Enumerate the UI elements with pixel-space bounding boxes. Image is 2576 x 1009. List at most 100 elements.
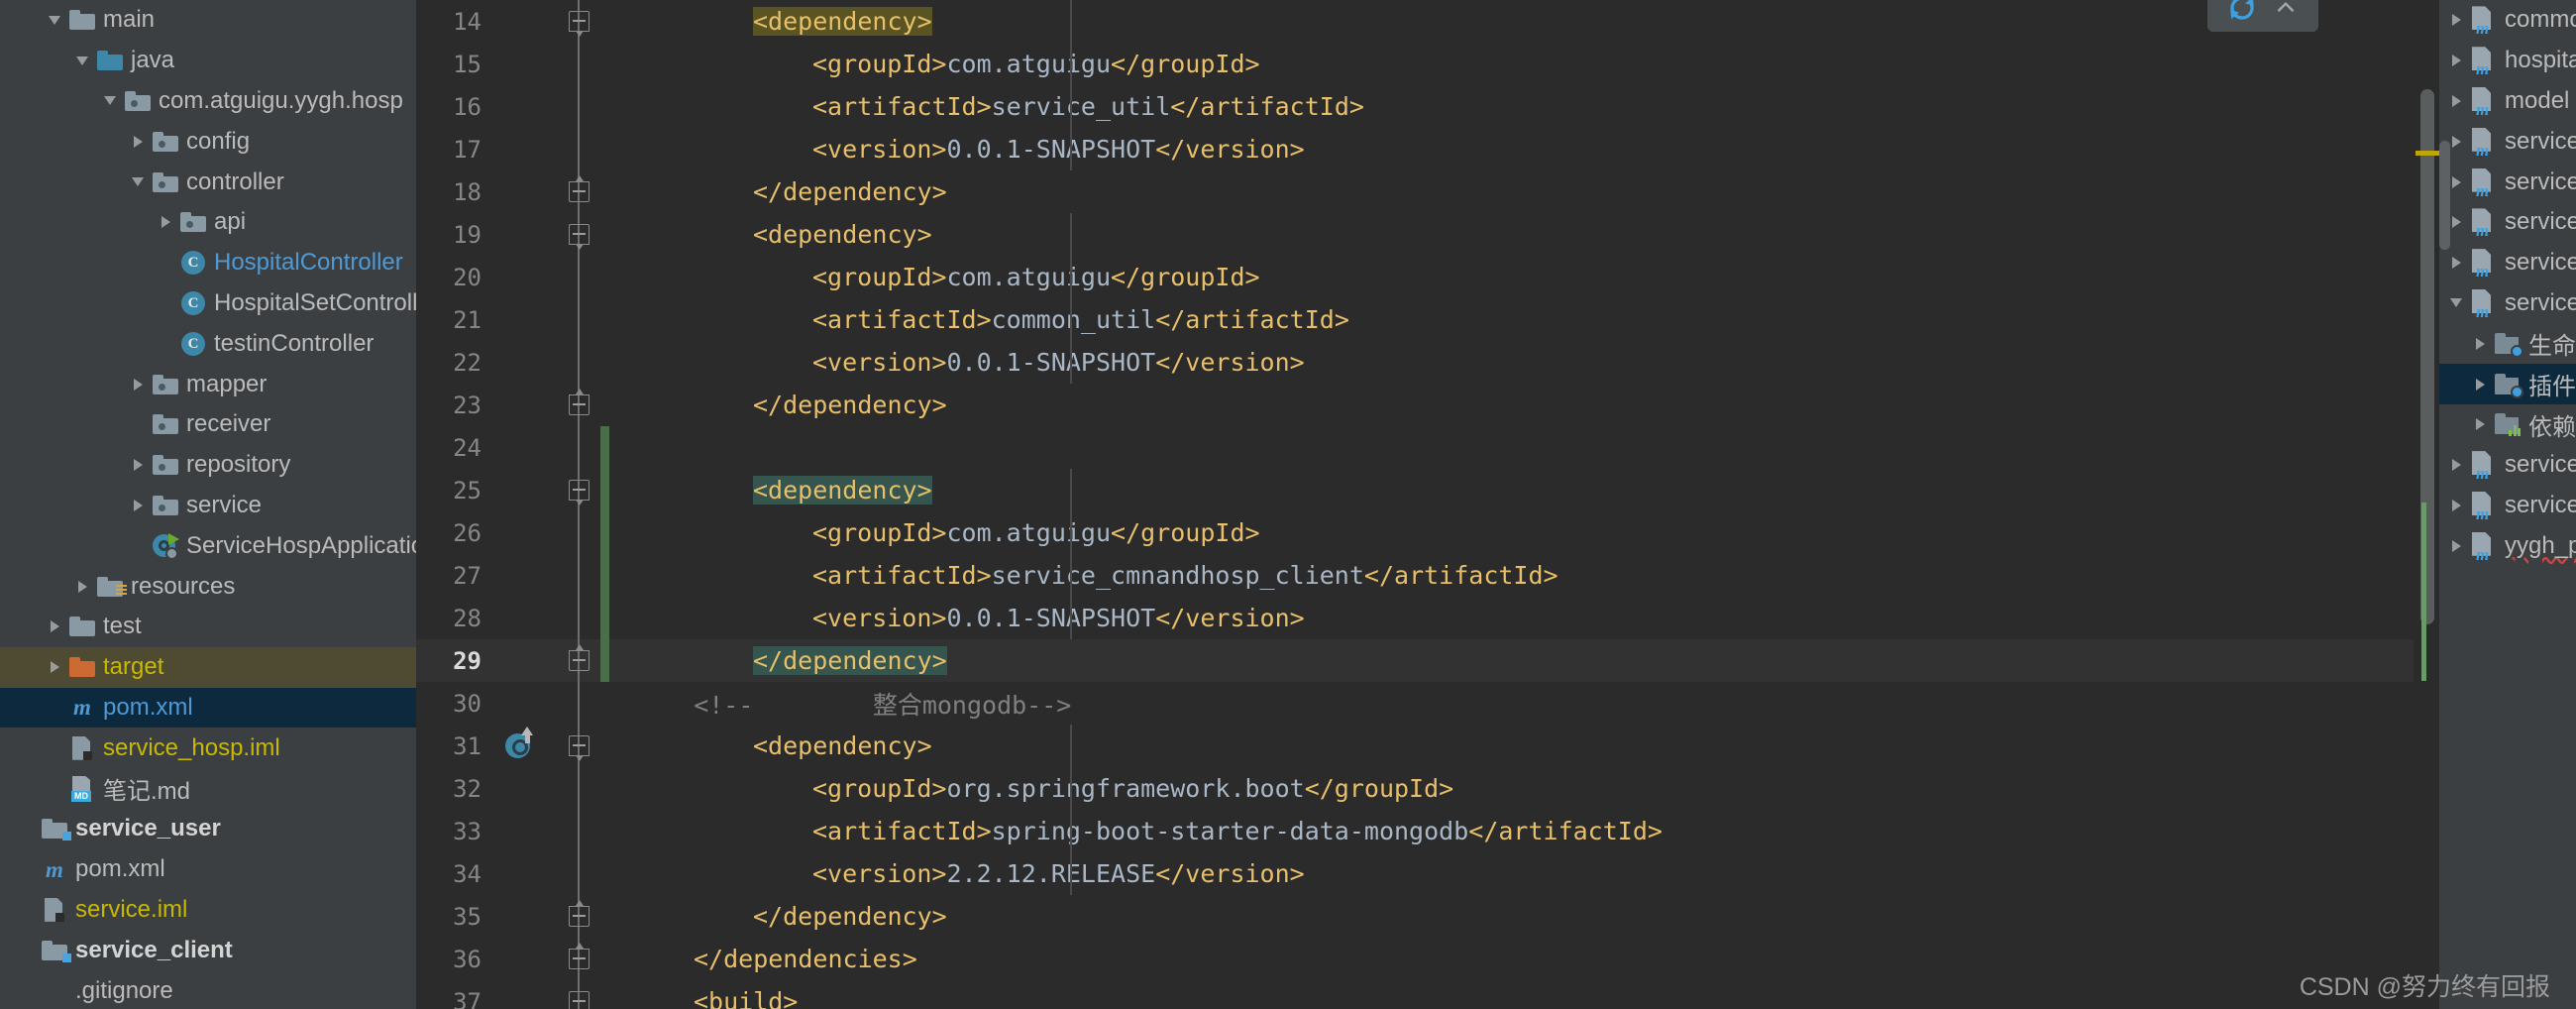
code-line-35[interactable]: 35 </dependency> [416,895,2439,938]
fold-column[interactable] [555,128,600,170]
code-lines[interactable]: 14 <dependency> 15 <groupId>com.atguigu</gr… [416,0,2439,1009]
tree-item-pom-xml[interactable]: m pom.xml [0,849,416,890]
maven-item-service_[interactable]: m service_ [2439,202,2576,243]
maven-item-yygh_pa[interactable]: m yygh_pa [2439,525,2576,566]
code-editor[interactable]: 14 <dependency> 15 <groupId>com.atguigu</gr… [416,0,2439,1009]
fold-column[interactable] [555,725,600,767]
chevron-right-icon[interactable] [2467,378,2493,391]
code-line-26[interactable]: 26 <groupId>com.atguigu</groupId> [416,511,2439,554]
code-line-33[interactable]: 33 <artifactId>spring-boot-starter-data-m… [416,810,2439,852]
code-line-22[interactable]: 22 <version>0.0.1-SNAPSHOT</version> [416,341,2439,384]
gutter-icons[interactable] [495,511,555,554]
maven-tool-window[interactable]: mcommonmhospital-mmodelmservice mservice_… [2439,0,2576,1009]
chevron-down-icon[interactable] [97,96,123,106]
gutter-icons[interactable] [495,767,555,810]
maven-item-service_[interactable]: m service_ [2439,486,2576,526]
maven-item-service[interactable]: m service [2439,121,2576,162]
tree-item-java[interactable]: java [0,41,416,81]
gutter-icons[interactable] [495,639,555,682]
code-line-21[interactable]: 21 <artifactId>common_util</artifactId> [416,298,2439,341]
gutter-icons[interactable] [495,43,555,85]
tree-item-repository[interactable]: repository [0,445,416,486]
code-line-28[interactable]: 28 <version>0.0.1-SNAPSHOT</version> [416,597,2439,639]
code-line-23[interactable]: 23 </dependency> [416,384,2439,426]
code-text[interactable]: </dependencies> [600,945,917,973]
fold-column[interactable] [555,213,600,256]
gutter-icons[interactable] [495,298,555,341]
chevron-right-icon[interactable] [153,216,178,229]
fold-column[interactable] [555,43,600,85]
code-text[interactable]: <groupId>com.atguigu</groupId> [600,50,1260,78]
tree-item-com-atguigu-yygh-hosp[interactable]: com.atguigu.yygh.hosp [0,81,416,122]
gutter-icons[interactable] [495,341,555,384]
chevron-right-icon[interactable] [125,378,151,391]
fold-collapse-icon[interactable] [569,224,590,250]
fold-collapse-icon[interactable] [569,480,590,505]
code-line-27[interactable]: 27 <artifactId>service_cmnandhosp_client<… [416,554,2439,597]
fold-column[interactable] [555,511,600,554]
tree-item-service-user[interactable]: service_user [0,809,416,849]
code-line-30[interactable]: 30 <!-- 整合mongodb--> [416,682,2439,725]
gutter-icons[interactable] [495,128,555,170]
code-text[interactable]: <artifactId>service_util</artifactId> [600,92,1364,121]
gutter-icons[interactable] [495,213,555,256]
tree-item-service[interactable]: service [0,486,416,526]
fold-collapse-icon[interactable] [569,11,590,37]
tree-item-target[interactable]: target [0,646,416,688]
fold-column[interactable] [555,341,600,384]
fold-column[interactable] [555,256,600,298]
gutter-icons[interactable] [495,810,555,852]
fold-column[interactable] [555,682,600,725]
code-line-37[interactable]: 37 <build> [416,980,2439,1009]
fold-column[interactable] [555,767,600,810]
tree-item-hospitalcontroller[interactable]: C HospitalController [0,243,416,283]
maven-item-common[interactable]: mcommon [2439,0,2576,41]
gutter-icons[interactable] [495,85,555,128]
code-text[interactable]: </dependency> [600,177,947,206]
chevron-down-icon[interactable] [69,56,95,65]
code-line-32[interactable]: 32 <groupId>org.springframework.boot</gro… [416,767,2439,810]
code-text[interactable]: <!-- 整合mongodb--> [600,686,1071,722]
gutter-icons[interactable] [495,725,555,767]
maven-scrollbar-thumb[interactable] [2439,141,2450,250]
tree-item-api[interactable]: api [0,202,416,243]
code-line-14[interactable]: 14 <dependency> [416,0,2439,43]
code-text[interactable]: <groupId>com.atguigu</groupId> [600,263,1260,291]
code-text[interactable]: <artifactId>spring-boot-starter-data-mon… [600,817,1663,845]
tree-item-testincontroller[interactable]: CtestinController [0,323,416,364]
tree-item-controller[interactable]: controller [0,162,416,202]
tree-item-hospitalsetcontroller[interactable]: C HospitalSetController [0,283,416,324]
gutter-icons[interactable] [495,256,555,298]
code-text[interactable]: <dependency> [600,220,932,249]
maven-item-service_[interactable]: m service_ [2439,283,2576,324]
tree-item-mapper[interactable]: mapper [0,364,416,404]
fold-collapse-icon[interactable] [569,175,590,202]
gutter-icons[interactable] [495,597,555,639]
fold-column[interactable] [555,852,600,895]
code-line-29[interactable]: 29 </dependency> [416,639,2439,682]
tree-item-service-client[interactable]: service_client [0,930,416,970]
chevron-down-icon[interactable] [125,177,151,187]
code-text[interactable]: <version>0.0.1-SNAPSHOT</version> [600,348,1305,377]
code-text[interactable]: <version>2.2.12.RELEASE</version> [600,859,1305,888]
gutter-icons[interactable] [495,554,555,597]
fold-column[interactable] [555,0,600,43]
code-line-20[interactable]: 20 <groupId>com.atguigu</groupId> [416,256,2439,298]
project-tool-window[interactable]: main java com.atguigu.yygh.hosp config contr… [0,0,416,1009]
tree-item-receiver[interactable]: receiver [0,404,416,445]
tree-item-config[interactable]: config [0,121,416,162]
fold-collapse-icon[interactable] [569,900,590,927]
editor-scrollbar[interactable] [2414,0,2439,1009]
code-text[interactable]: <dependency> [600,7,932,36]
gutter-icons[interactable] [495,895,555,938]
maven-item-hospital[interactable]: m hospital- [2439,41,2576,81]
gutter-icons[interactable] [495,469,555,511]
code-line-15[interactable]: 15 <groupId>com.atguigu</groupId> [416,43,2439,85]
maven-item-[interactable]: 依赖 [2439,404,2576,445]
maven-item-model[interactable]: m model [2439,81,2576,122]
fold-column[interactable] [555,469,600,511]
gutter-icons[interactable] [495,980,555,1009]
tree-item-test[interactable]: test [0,607,416,647]
chevron-down-icon[interactable] [42,15,67,25]
code-text[interactable]: <artifactId>service_cmnandhosp_client</a… [600,561,1558,590]
